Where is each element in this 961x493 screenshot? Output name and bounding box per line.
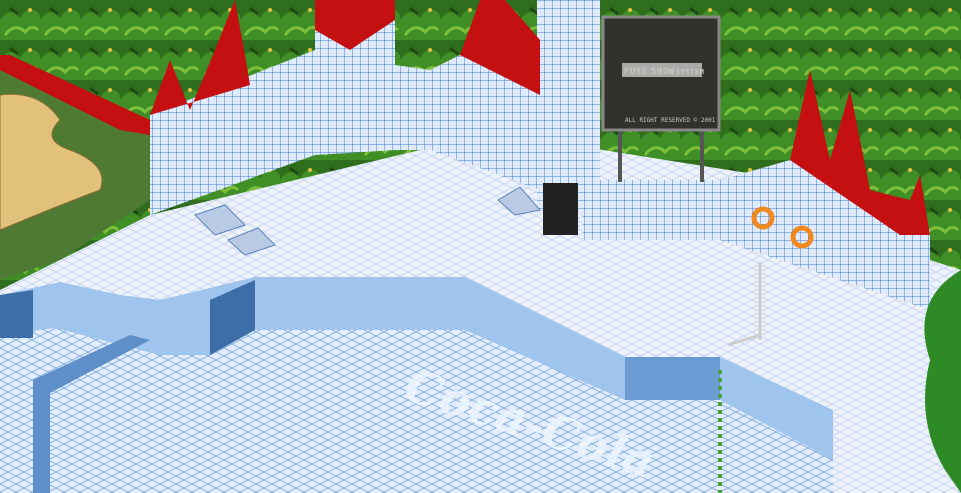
mid-wall xyxy=(395,65,430,150)
pool-wall xyxy=(625,357,720,400)
tower-base xyxy=(583,180,720,240)
pool-wall xyxy=(0,290,33,338)
billboard-title-left: FUSE xyxy=(624,67,648,77)
pool-room-canvas[interactable]: FUSE SHOW SYSTEM ALL RIGHT RESERVED © 20… xyxy=(0,0,961,493)
billboard-title-right: SYSTEM xyxy=(676,68,704,76)
billboard-title-mid: SHOW xyxy=(651,67,675,77)
billboard-footer: ALL RIGHT RESERVED © 2001 xyxy=(625,117,716,124)
tower-doorway[interactable] xyxy=(543,183,578,235)
game-scene: FUSE SHOW SYSTEM ALL RIGHT RESERVED © 20… xyxy=(0,0,961,493)
